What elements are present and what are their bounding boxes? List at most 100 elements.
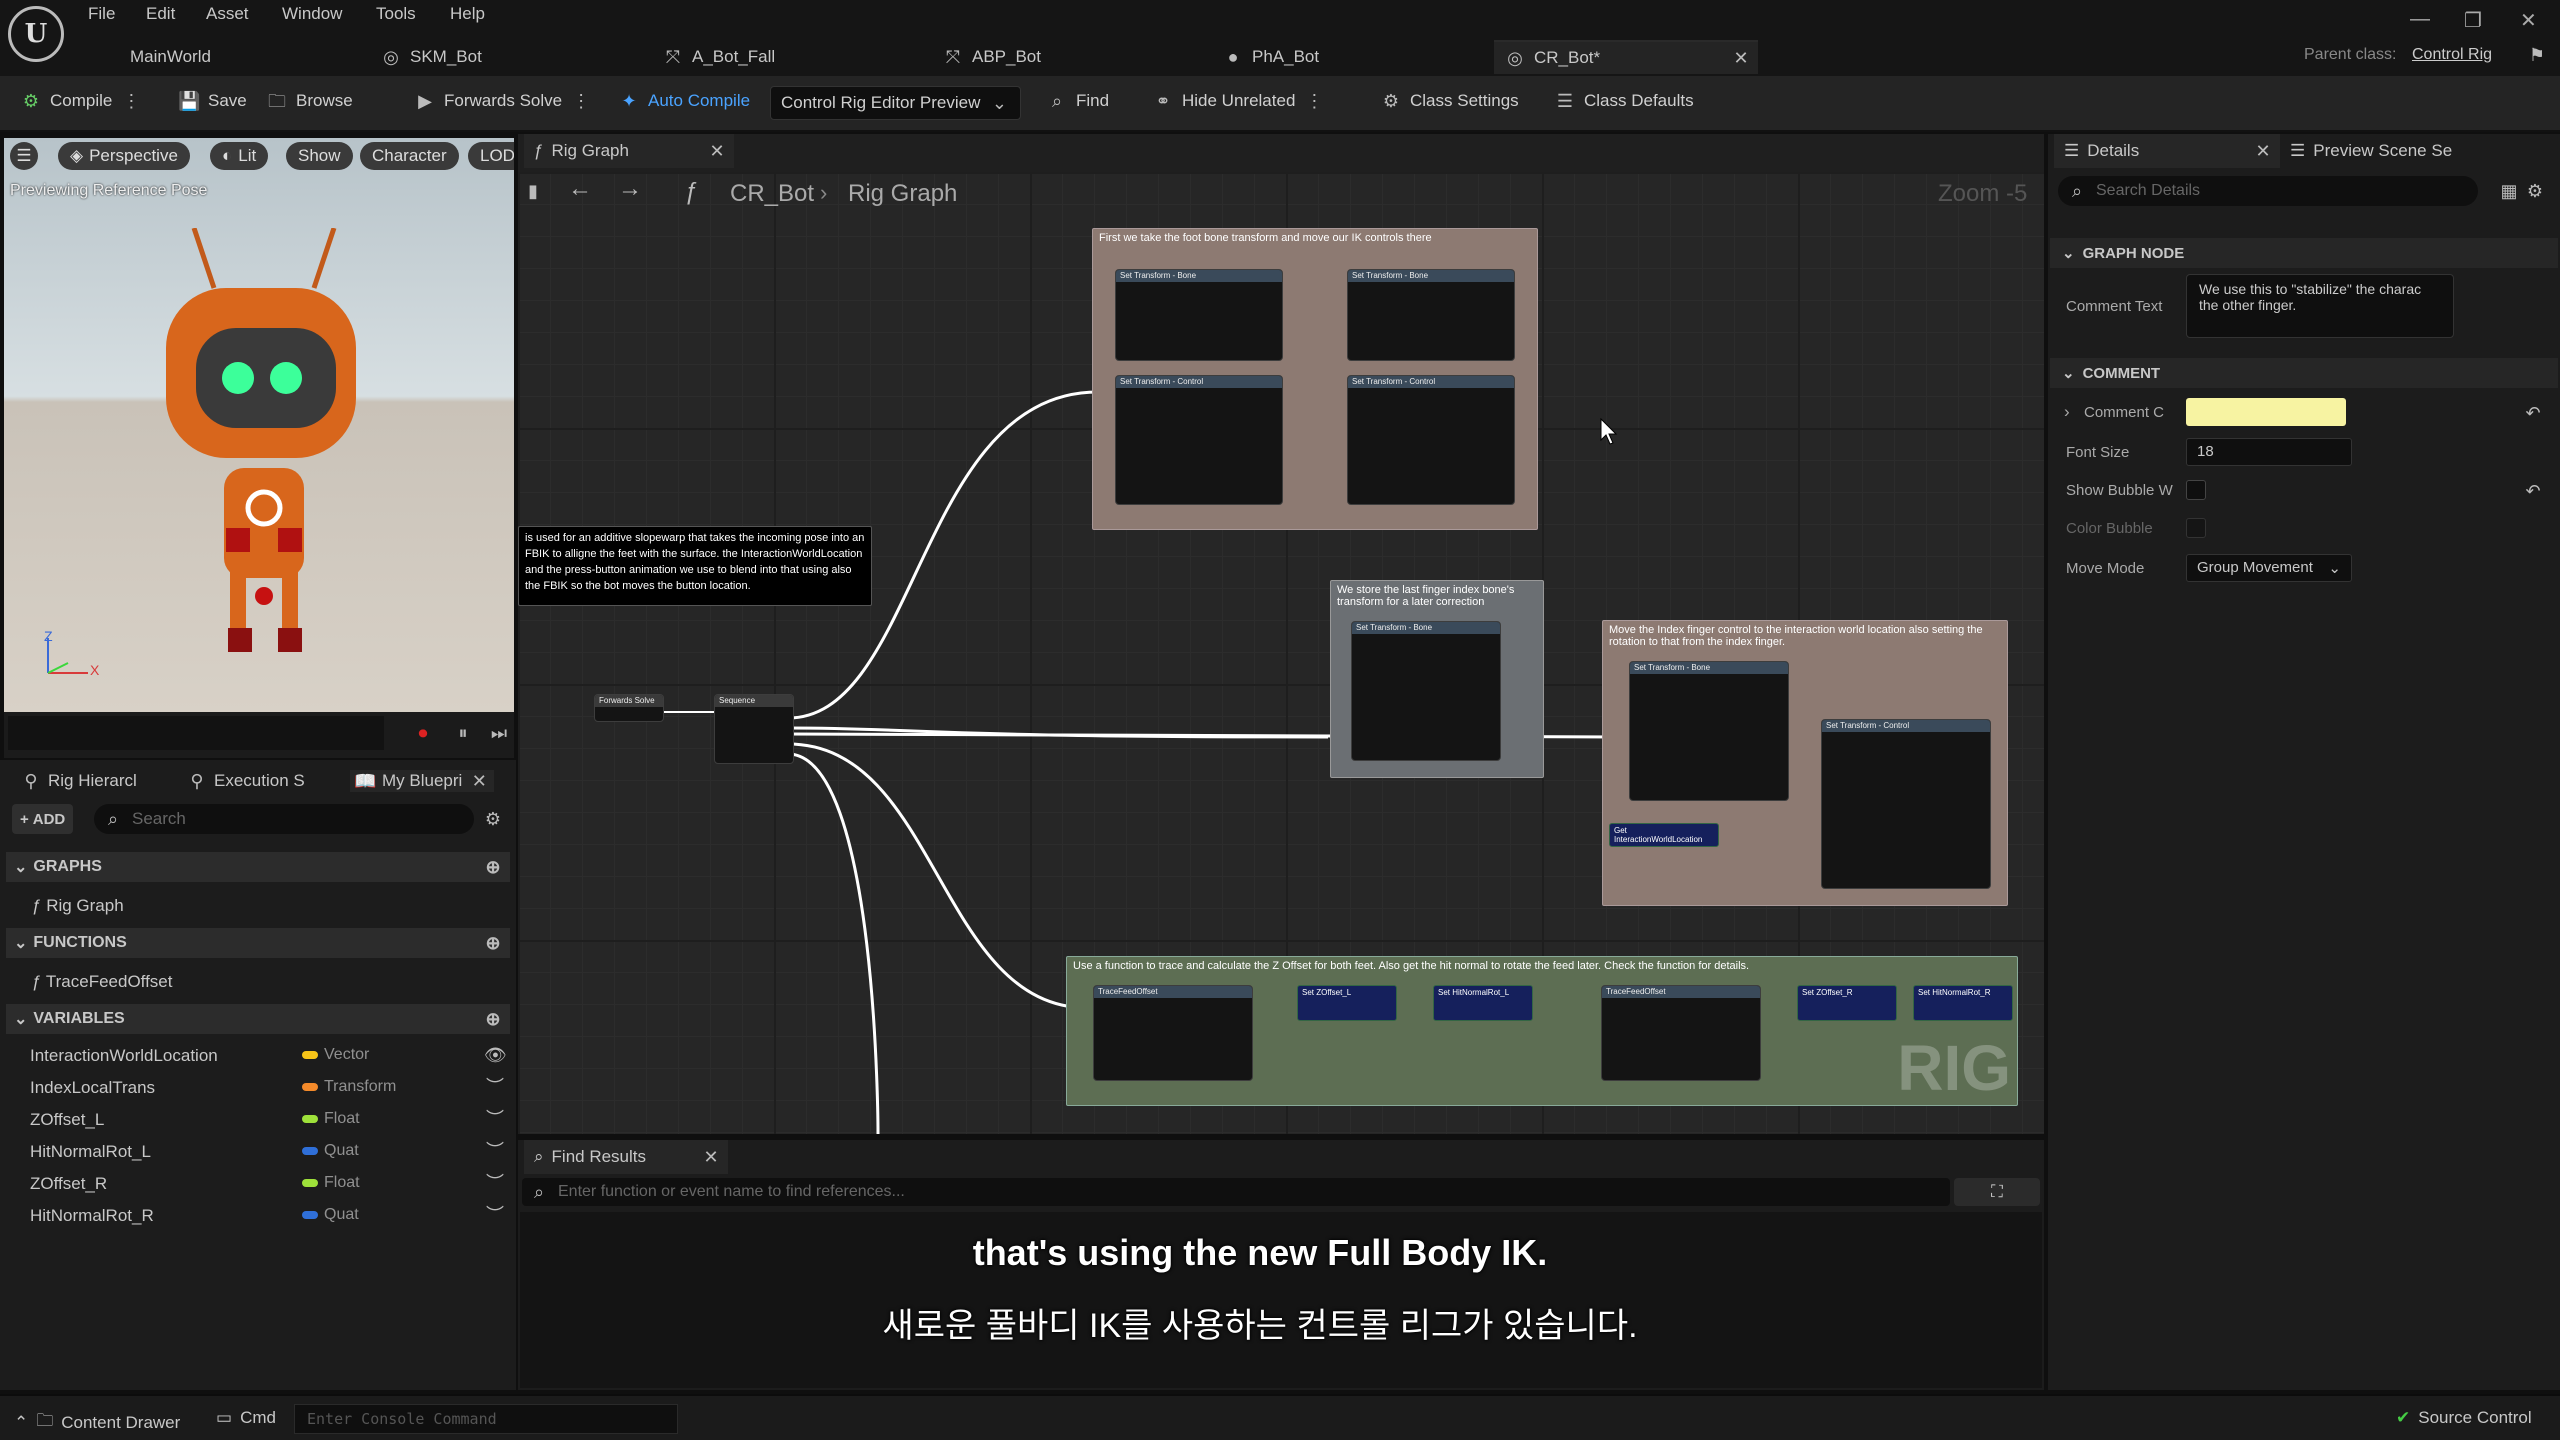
variable-row[interactable]: IndexLocalTrans bbox=[30, 1078, 155, 1098]
lod-button[interactable]: LOD bbox=[468, 142, 514, 170]
comment-color-swatch[interactable] bbox=[2186, 398, 2346, 426]
comment-box[interactable]: Move the Index finger control to the int… bbox=[1602, 620, 2008, 906]
show-bubble-checkbox[interactable] bbox=[2186, 480, 2206, 500]
tab-cr-bot[interactable]: ◎ CR_Bot* ✕ bbox=[1494, 40, 1758, 74]
font-size-input[interactable]: 18 bbox=[2186, 438, 2352, 466]
viewport-menu-button[interactable]: ☰ bbox=[10, 142, 38, 170]
graph-item-rig-graph[interactable]: ƒ Rig Graph bbox=[32, 896, 124, 916]
perspective-button[interactable]: ◈ Perspective bbox=[58, 142, 190, 170]
step-forward-icon[interactable]: ⏭ bbox=[488, 722, 510, 744]
window-close-icon[interactable]: ✕ bbox=[2520, 8, 2537, 33]
more-options-icon[interactable]: ⋮ bbox=[570, 90, 592, 112]
close-tab-icon[interactable]: ✕ bbox=[468, 770, 490, 792]
graph-node[interactable]: TraceFeedOffset bbox=[1601, 985, 1761, 1081]
restore-icon[interactable]: ❐ bbox=[2464, 8, 2482, 33]
timeline-bar[interactable] bbox=[8, 716, 384, 750]
tab-details[interactable]: ☰ Details ✕ bbox=[2054, 134, 2280, 168]
tab-preview-scene-settings[interactable]: ☰ Preview Scene Se bbox=[2270, 134, 2510, 168]
comment-text-field[interactable]: We use this to "stabilize" the charac th… bbox=[2186, 274, 2454, 338]
class-defaults-button[interactable]: ☰ Class Defaults bbox=[1554, 90, 1694, 112]
variable-row[interactable]: HitNormalRot_L bbox=[30, 1142, 151, 1162]
tab-pha-bot[interactable]: ● PhA_Bot bbox=[1222, 40, 1320, 74]
character-button[interactable]: Character bbox=[360, 142, 459, 170]
close-tab-icon[interactable]: ✕ bbox=[1730, 47, 1752, 69]
compile-button[interactable]: ⚙ Compile ⋮ bbox=[20, 90, 142, 112]
show-button[interactable]: Show bbox=[286, 142, 353, 170]
parent-class-link[interactable]: Control Rig bbox=[2412, 46, 2492, 64]
comment-box[interactable]: First we take the foot bone transform an… bbox=[1092, 228, 1538, 530]
graph-node[interactable]: TraceFeedOffset bbox=[1093, 985, 1253, 1081]
close-tab-icon[interactable]: ✕ bbox=[706, 140, 728, 162]
graph-node[interactable]: Set Transform - Bone bbox=[1351, 621, 1501, 761]
tab-skm-bot[interactable]: ◎ SKM_Bot bbox=[380, 40, 482, 74]
menu-asset[interactable]: Asset bbox=[206, 4, 249, 24]
forwards-solve-button[interactable]: ▶ Forwards Solve ⋮ bbox=[414, 90, 592, 112]
class-settings-button[interactable]: ⚙ Class Settings bbox=[1380, 90, 1519, 112]
variable-row[interactable]: ZOffset_L bbox=[30, 1110, 104, 1130]
graph-node[interactable]: Set Transform - Bone bbox=[1629, 661, 1789, 801]
move-mode-dropdown[interactable]: Group Movement ⌄ bbox=[2186, 554, 2352, 582]
auto-compile-toggle[interactable]: ✦ Auto Compile bbox=[618, 90, 750, 112]
menu-edit[interactable]: Edit bbox=[146, 4, 175, 24]
forwards-solve-node[interactable]: Forwards Solve bbox=[594, 694, 664, 722]
reset-arrow-icon[interactable]: ↶ bbox=[2522, 480, 2544, 502]
graph-node-section-header[interactable]: ⌄ GRAPH NODE bbox=[2050, 238, 2558, 268]
graph-canvas[interactable]: ▮ ← → ƒ CR_Bot › Rig Graph Zoom -5 First… bbox=[518, 172, 2044, 1134]
menu-tools[interactable]: Tools bbox=[376, 4, 416, 24]
reset-arrow-icon[interactable]: ↶ bbox=[2522, 402, 2544, 424]
menu-file[interactable]: File bbox=[88, 4, 115, 24]
variables-section-header[interactable]: ⌄ VARIABLES ⊕ bbox=[6, 1004, 510, 1034]
preview-viewport[interactable]: ☰ ◈ Perspective ◐ Lit Show Character LOD P… bbox=[4, 138, 514, 712]
eye-closed-icon[interactable]: ︶ bbox=[484, 1204, 506, 1226]
unreal-logo-icon[interactable]: U bbox=[8, 6, 64, 62]
gear-icon[interactable]: ⚙ bbox=[2524, 180, 2546, 202]
set-variable-node[interactable]: Set HitNormalRot_L bbox=[1433, 985, 1533, 1021]
menu-help[interactable]: Help bbox=[450, 4, 485, 24]
bookmark-icon[interactable]: ⚑ bbox=[2526, 44, 2548, 66]
tab-rig-hierarchy[interactable]: ⚲ Rig Hierarcl bbox=[20, 770, 136, 792]
find-options-button[interactable]: ⛶ bbox=[1954, 1178, 2040, 1206]
comment-section-header[interactable]: ⌄ COMMENT bbox=[2050, 358, 2558, 388]
find-button[interactable]: ⌕ Find bbox=[1046, 90, 1109, 112]
graph-node[interactable]: Set Transform - Bone bbox=[1347, 269, 1515, 361]
variable-row[interactable]: HitNormalRot_R bbox=[30, 1206, 154, 1226]
set-variable-node[interactable]: Set ZOffset_R bbox=[1797, 985, 1897, 1021]
tab-my-blueprint[interactable]: 📖 My Bluepri ✕ bbox=[350, 770, 495, 792]
tab-abp-bot[interactable]: ⤧ ABP_Bot bbox=[942, 40, 1041, 74]
eye-icon[interactable]: 👁 bbox=[484, 1044, 507, 1066]
eye-closed-icon[interactable]: ︶ bbox=[484, 1076, 506, 1098]
hide-unrelated-button[interactable]: ⚭ Hide Unrelated ⋮ bbox=[1152, 90, 1325, 112]
pause-icon[interactable]: ⏸ bbox=[452, 722, 474, 744]
variable-row[interactable]: ZOffset_R bbox=[30, 1174, 107, 1194]
close-tab-icon[interactable]: ✕ bbox=[700, 1146, 722, 1168]
chevron-right-icon[interactable]: › bbox=[2064, 402, 2070, 422]
tab-a-bot-fall[interactable]: ⤧ A_Bot_Fall bbox=[662, 40, 775, 74]
tab-mainworld[interactable]: MainWorld bbox=[130, 40, 211, 74]
function-item-tracefeedoffset[interactable]: ƒ TraceFeedOffset bbox=[32, 972, 173, 992]
graph-node[interactable]: Set Transform - Bone bbox=[1115, 269, 1283, 361]
variable-row[interactable]: InteractionWorldLocation bbox=[30, 1046, 218, 1066]
minimize-icon[interactable]: — bbox=[2410, 8, 2430, 31]
comment-box[interactable]: We store the last finger index bone's tr… bbox=[1330, 580, 1544, 778]
details-search-input[interactable]: ⌕ Search Details bbox=[2058, 176, 2478, 206]
graph-node[interactable]: Set Transform - Control bbox=[1347, 375, 1515, 505]
eye-closed-icon[interactable]: ︶ bbox=[484, 1140, 506, 1162]
comment-box[interactable]: is used for an additive slopewarp that t… bbox=[518, 526, 872, 606]
preview-mode-dropdown[interactable]: Control Rig Editor Preview ⌄ bbox=[770, 86, 1022, 120]
browse-button[interactable]: 🗀 Browse bbox=[266, 90, 353, 112]
tab-rig-graph[interactable]: ƒ Rig Graph ✕ bbox=[524, 134, 734, 168]
more-options-icon[interactable]: ⋮ bbox=[1303, 90, 1325, 112]
add-variable-icon[interactable]: ⊕ bbox=[482, 1008, 504, 1030]
functions-section-header[interactable]: ⌄ FUNCTIONS ⊕ bbox=[6, 928, 510, 958]
add-function-icon[interactable]: ⊕ bbox=[482, 932, 504, 954]
sequence-node[interactable]: Sequence bbox=[714, 694, 794, 764]
comment-box[interactable]: Use a function to trace and calculate th… bbox=[1066, 956, 2018, 1106]
menu-window[interactable]: Window bbox=[282, 4, 342, 24]
get-variable-node[interactable]: Get InteractionWorldLocation bbox=[1609, 823, 1719, 847]
set-variable-node[interactable]: Set HitNormalRot_R bbox=[1913, 985, 2013, 1021]
settings-gear-icon[interactable]: ⚙ bbox=[482, 808, 504, 830]
color-bubble-checkbox[interactable] bbox=[2186, 518, 2206, 538]
console-command-input[interactable]: Enter Console Command bbox=[294, 1404, 678, 1434]
record-icon[interactable]: ⏺ bbox=[412, 722, 434, 744]
source-control-button[interactable]: ✔ Source Control bbox=[2396, 1408, 2532, 1428]
